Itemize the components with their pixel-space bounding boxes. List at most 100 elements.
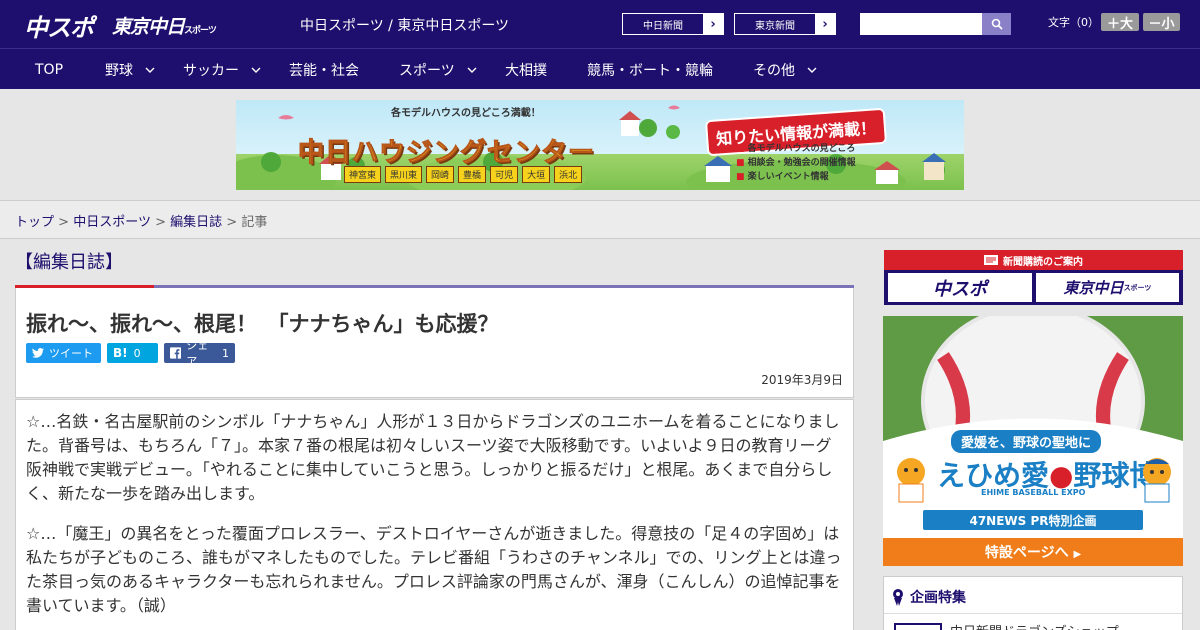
breadcrumb-site-link[interactable]: 中日スポーツ: [73, 215, 151, 230]
twitter-icon: [32, 348, 44, 358]
share-count: 1: [222, 346, 229, 360]
banner-bullet-text: 楽しいイベント情報: [747, 172, 829, 182]
chevron-down-icon: [467, 67, 477, 73]
subscription-box: 新聞購読のご案内 中スポ 東京中日 スポーツ: [884, 250, 1183, 305]
subscribe-tokyo-text: 東京中日: [1063, 279, 1124, 297]
tokyo-chunichi-logo[interactable]: 東京中日スポーツ: [112, 12, 217, 39]
nav-item-sports[interactable]: スポーツ: [399, 49, 477, 90]
nav-label: 野球: [105, 62, 133, 79]
breadcrumb-separator: >: [226, 215, 238, 230]
tokyo-shimbun-link[interactable]: 東京新聞 ›: [734, 13, 836, 35]
section-title: 【編集日誌】: [15, 252, 123, 273]
location-label: 岡崎: [426, 166, 455, 183]
subscribe-tokyo-chunichi-link[interactable]: 東京中日 スポーツ: [1036, 273, 1179, 302]
facebook-icon: [170, 347, 182, 359]
ad-cta-text: 特設ページへ: [984, 545, 1069, 561]
location-label: 黒川東: [385, 166, 423, 183]
subscribe-chuspo-link[interactable]: 中スポ: [888, 273, 1032, 302]
breadcrumb-separator: >: [155, 215, 166, 230]
site-header: 中スポ 東京中日スポーツ 中日スポーツ / 東京中日スポーツ 中日新聞 › 東京…: [0, 0, 1200, 48]
breadcrumb: トップ > 中日スポーツ > 編集日誌 > 記事: [0, 200, 1200, 239]
location-label: 大垣: [522, 166, 551, 183]
site-title: 中日スポーツ / 東京中日スポーツ: [300, 18, 510, 34]
tweet-button[interactable]: ツイート: [26, 343, 101, 363]
hatena-bookmark-button[interactable]: B! 0: [107, 343, 158, 363]
feature-item-link[interactable]: 中日新聞ドラゴンズショップ: [950, 621, 1119, 630]
feature-box: 企画特集 中日新聞ドラゴンズショップ: [883, 576, 1183, 630]
nav-label: TOP: [35, 61, 64, 78]
ad-cta[interactable]: 特設ページへ ▶: [883, 542, 1183, 562]
mascot-right-icon: [1143, 458, 1171, 503]
share-label: シェア: [186, 339, 209, 368]
nav-item-top[interactable]: TOP: [35, 49, 63, 90]
tweet-label: ツイート: [49, 347, 93, 360]
ad-tagline: 愛媛を、野球の聖地に: [951, 430, 1102, 453]
subscription-title: 新聞購読のご案内: [884, 250, 1183, 270]
nav-item-others[interactable]: その他: [753, 49, 817, 90]
ad-pr: 47NEWS PR特別企画: [969, 514, 1097, 528]
chunichi-shimbun-link[interactable]: 中日新聞 ›: [622, 13, 724, 35]
chevron-right-icon: ›: [703, 14, 723, 34]
nav-label: サッカー: [183, 62, 239, 79]
breadcrumb-current: 記事: [241, 215, 268, 230]
article-paragraph: ☆…「魔王」の異名をとった覆面プロレスラー、デストロイヤーさんが逝きました。得意…: [26, 524, 842, 615]
subscribe-tokyo-small: スポーツ: [1123, 283, 1152, 292]
search-input[interactable]: [860, 13, 982, 35]
banner-bullet-text: 相談会・勉強会の開催情報: [747, 158, 856, 168]
location-label: 可児: [490, 166, 519, 183]
banner-locations: 神宮東 黒川東 岡崎 豊橋 可児 大垣 浜北: [344, 166, 583, 183]
font-size-label: 文字（0）: [1048, 16, 1099, 29]
chuspo-logo[interactable]: 中スポ: [24, 8, 94, 43]
subscription-title-text: 新聞購読のご案内: [1003, 256, 1083, 268]
ehime-baseball-ad[interactable]: 愛媛を、野球の聖地に えひめ愛●野球博 EHIME BASEBALL EXPO …: [883, 316, 1183, 566]
article-header: 振れ～、振れ～、根尾！ 「ナナちゃん」も応援？ ツイート B! 0 シェア 1 …: [15, 288, 854, 398]
housing-center-ad-banner[interactable]: 各モデルハウスの見どころ満載！ 中日ハウジングセンター 知りたい情報が満載！ 神…: [236, 100, 964, 190]
nav-label: 競馬・ボート・競輪: [587, 62, 713, 79]
breadcrumb-separator: >: [58, 215, 70, 230]
search-icon: [991, 18, 1003, 30]
banner-top-text: 各モデルハウスの見どころ満載！: [391, 108, 541, 119]
banner-bullet-text: 各モデルハウスの見どころ: [747, 144, 856, 154]
feature-title: 企画特集: [910, 590, 966, 606]
feature-head: 企画特集: [892, 587, 966, 607]
location-label: 浜北: [554, 166, 583, 183]
banner-bullet: ■ 相談会・勉強会の開催情報: [736, 158, 856, 168]
newspaper-icon: [984, 255, 998, 265]
breadcrumb-section-link[interactable]: 編集日誌: [170, 215, 222, 230]
banner-title: 中日ハウジングセンター: [297, 138, 596, 169]
hatena-count: 0: [133, 346, 141, 360]
banner-bullets: ■ 各モデルハウスの見どころ ■ 相談会・勉強会の開催情報 ■ 楽しいイベント情…: [736, 142, 856, 184]
chunichi-shimbun-label: 中日新聞: [643, 20, 683, 32]
chevron-down-icon: [145, 67, 155, 73]
feature-thumb[interactable]: [894, 623, 942, 630]
search-button[interactable]: [982, 13, 1011, 35]
play-icon: ▶: [1073, 549, 1082, 560]
banner-bullet: ■ 楽しいイベント情報: [736, 172, 829, 182]
location-label: 豊橋: [458, 166, 487, 183]
feature-divider: [884, 613, 1182, 614]
nav-label: 芸能・社会: [289, 62, 359, 79]
article-date: 2019年3月9日: [761, 373, 843, 387]
ribbon-icon: [893, 589, 903, 606]
nav-item-baseball[interactable]: 野球: [105, 49, 155, 90]
font-bigger-button[interactable]: ＋大: [1101, 13, 1139, 32]
main-nav: TOP 野球 サッカー 芸能・社会 スポーツ 大相撲 競馬・ボート・競輪 その他: [0, 48, 1200, 89]
font-smaller-button[interactable]: －小: [1143, 13, 1180, 32]
nav-item-sumo[interactable]: 大相撲: [505, 49, 547, 90]
tokyo-chunichi-logo-text: 東京中日: [112, 16, 185, 38]
nav-item-racing[interactable]: 競馬・ボート・競輪: [587, 49, 713, 90]
nav-item-soccer[interactable]: サッカー: [183, 49, 261, 90]
mascot-left-icon: [897, 458, 925, 503]
article-title: 振れ～、振れ～、根尾！ 「ナナちゃん」も応援？: [26, 312, 499, 336]
location-label: 神宮東: [344, 166, 382, 183]
hatena-icon: B!: [113, 346, 128, 360]
nav-item-entertainment[interactable]: 芸能・社会: [289, 49, 359, 90]
chevron-down-icon: [807, 67, 817, 73]
article-body: ☆…名鉄・名古屋駅前のシンボル「ナナちゃん」人形が１３日からドラゴンズのユニホー…: [15, 399, 854, 630]
facebook-share-button[interactable]: シェア 1: [164, 339, 235, 368]
breadcrumb-top-link[interactable]: トップ: [15, 215, 54, 230]
banner-bullet: ■ 各モデルハウスの見どころ: [736, 144, 856, 154]
search-box: [860, 13, 1011, 35]
nav-label: 大相撲: [505, 62, 547, 79]
article-paragraph: ☆…名鉄・名古屋駅前のシンボル「ナナちゃん」人形が１３日からドラゴンズのユニホー…: [26, 412, 840, 503]
